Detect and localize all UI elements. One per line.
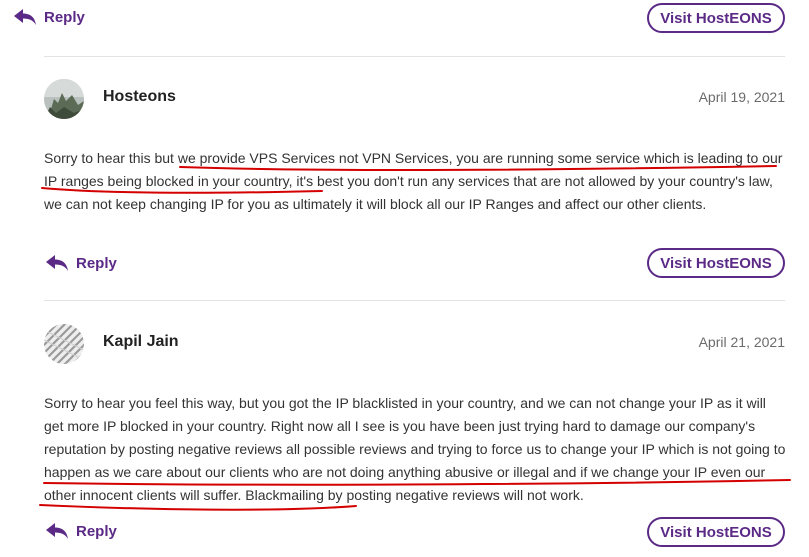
visit-label: Visit HostEONS [660, 523, 772, 541]
visit-hosteons-button-top[interactable]: Visit HostEONS [647, 3, 785, 33]
comment-author: Hosteons [103, 88, 176, 105]
visit-hosteons-button[interactable]: Visit HostEONS [647, 517, 785, 547]
visit-hosteons-button[interactable]: Visit HostEONS [647, 248, 785, 278]
comment-date: April 21, 2021 [698, 334, 785, 350]
avatar [44, 324, 84, 364]
reply-arrow-icon [14, 9, 36, 25]
avatar [44, 79, 84, 119]
reply-label: Reply [76, 254, 117, 272]
reply-arrow-icon [46, 523, 68, 539]
comment-text: Sorry to hear this but we provide VPS Se… [44, 150, 783, 212]
reply-label: Reply [44, 8, 85, 26]
reply-button-top[interactable]: Reply [12, 7, 85, 27]
comment-text: Sorry to hear you feel this way, but you… [44, 395, 786, 503]
visit-label: Visit HostEONS [660, 254, 772, 272]
visit-label: Visit HostEONS [660, 9, 772, 27]
divider [44, 300, 785, 301]
comment-date: April 19, 2021 [698, 89, 785, 105]
reply-label: Reply [76, 522, 117, 540]
reply-arrow-icon [46, 255, 68, 271]
divider [44, 56, 785, 57]
comment-author: Kapil Jain [103, 333, 179, 350]
reply-button[interactable]: Reply [44, 253, 117, 273]
reply-button[interactable]: Reply [44, 521, 117, 541]
